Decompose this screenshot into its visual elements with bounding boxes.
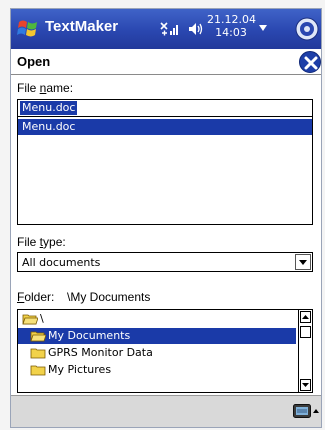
file-type-dropdown-button[interactable] [295,254,311,270]
chevron-up-icon[interactable] [313,409,319,413]
file-type-label-suffix: ype: [43,235,66,249]
speaker-icon[interactable] [187,20,205,38]
file-type-label: File type: [17,235,66,249]
dialog-title: Open [17,54,51,69]
folder-label-suffix: older: [24,290,55,304]
chevron-down-icon [302,383,309,387]
tree-item-label: \ [40,312,44,325]
file-name-value: Menu.doc [20,101,78,115]
vertical-scrollbar[interactable] [298,310,312,392]
file-name-label: File name: [17,81,73,95]
signal-icon[interactable] [159,19,181,39]
scroll-thumb[interactable] [300,326,311,338]
windows-flag-icon[interactable] [15,16,41,42]
tree-item-label: My Documents [48,329,131,342]
menu-bar [11,395,321,427]
clock-date: 21.12.04 [207,13,256,26]
suggestion-item[interactable]: Menu.doc [18,119,312,135]
chevron-down-icon[interactable] [259,25,267,31]
device-frame: TextMaker 21.12.04 14:03 Open File name:… [0,0,325,430]
folder-tree[interactable]: \ My Documents GPRS Monitor Data My Pict… [17,309,313,393]
ok-orb-icon[interactable] [295,17,319,41]
file-name-input[interactable]: Menu.doc [17,99,313,117]
chevron-down-icon [299,260,307,265]
folder-icon [30,365,46,376]
folder-label: Folder: [17,290,54,304]
tree-item-my-pictures[interactable]: My Pictures [18,362,296,378]
keyboard-icon[interactable] [293,404,311,418]
clock-time: 14:03 [215,26,247,39]
app-title: TextMaker [45,18,119,35]
open-folder-icon [22,314,38,325]
title-bar: TextMaker 21.12.04 14:03 [11,9,321,49]
scroll-up-button[interactable] [300,311,311,323]
open-folder-icon [30,331,46,342]
dialog-header: Open [11,49,321,75]
file-type-label-prefix: File [17,235,40,249]
tree-item-my-documents[interactable]: My Documents [18,328,296,344]
screen: TextMaker 21.12.04 14:03 Open File name:… [10,8,322,428]
clock[interactable]: 21.12.04 14:03 [207,13,256,39]
close-icon [304,56,318,70]
file-type-value: All documents [22,256,101,269]
tree-item-label: GPRS Monitor Data [48,346,153,359]
tree-item-gprs-monitor-data[interactable]: GPRS Monitor Data [18,345,296,361]
scroll-down-button[interactable] [300,379,311,391]
chevron-up-icon [302,315,309,319]
file-name-label-prefix: File [17,81,40,95]
close-button[interactable] [299,51,321,73]
folder-icon [30,348,46,359]
current-folder-path: \My Documents [67,290,151,304]
file-name-suggestions[interactable]: Menu.doc [17,117,313,225]
file-type-select[interactable]: All documents [17,252,313,272]
tree-item-root[interactable]: \ [18,311,296,327]
file-name-label-suffix: ame: [46,81,74,95]
tree-item-label: My Pictures [48,363,112,376]
